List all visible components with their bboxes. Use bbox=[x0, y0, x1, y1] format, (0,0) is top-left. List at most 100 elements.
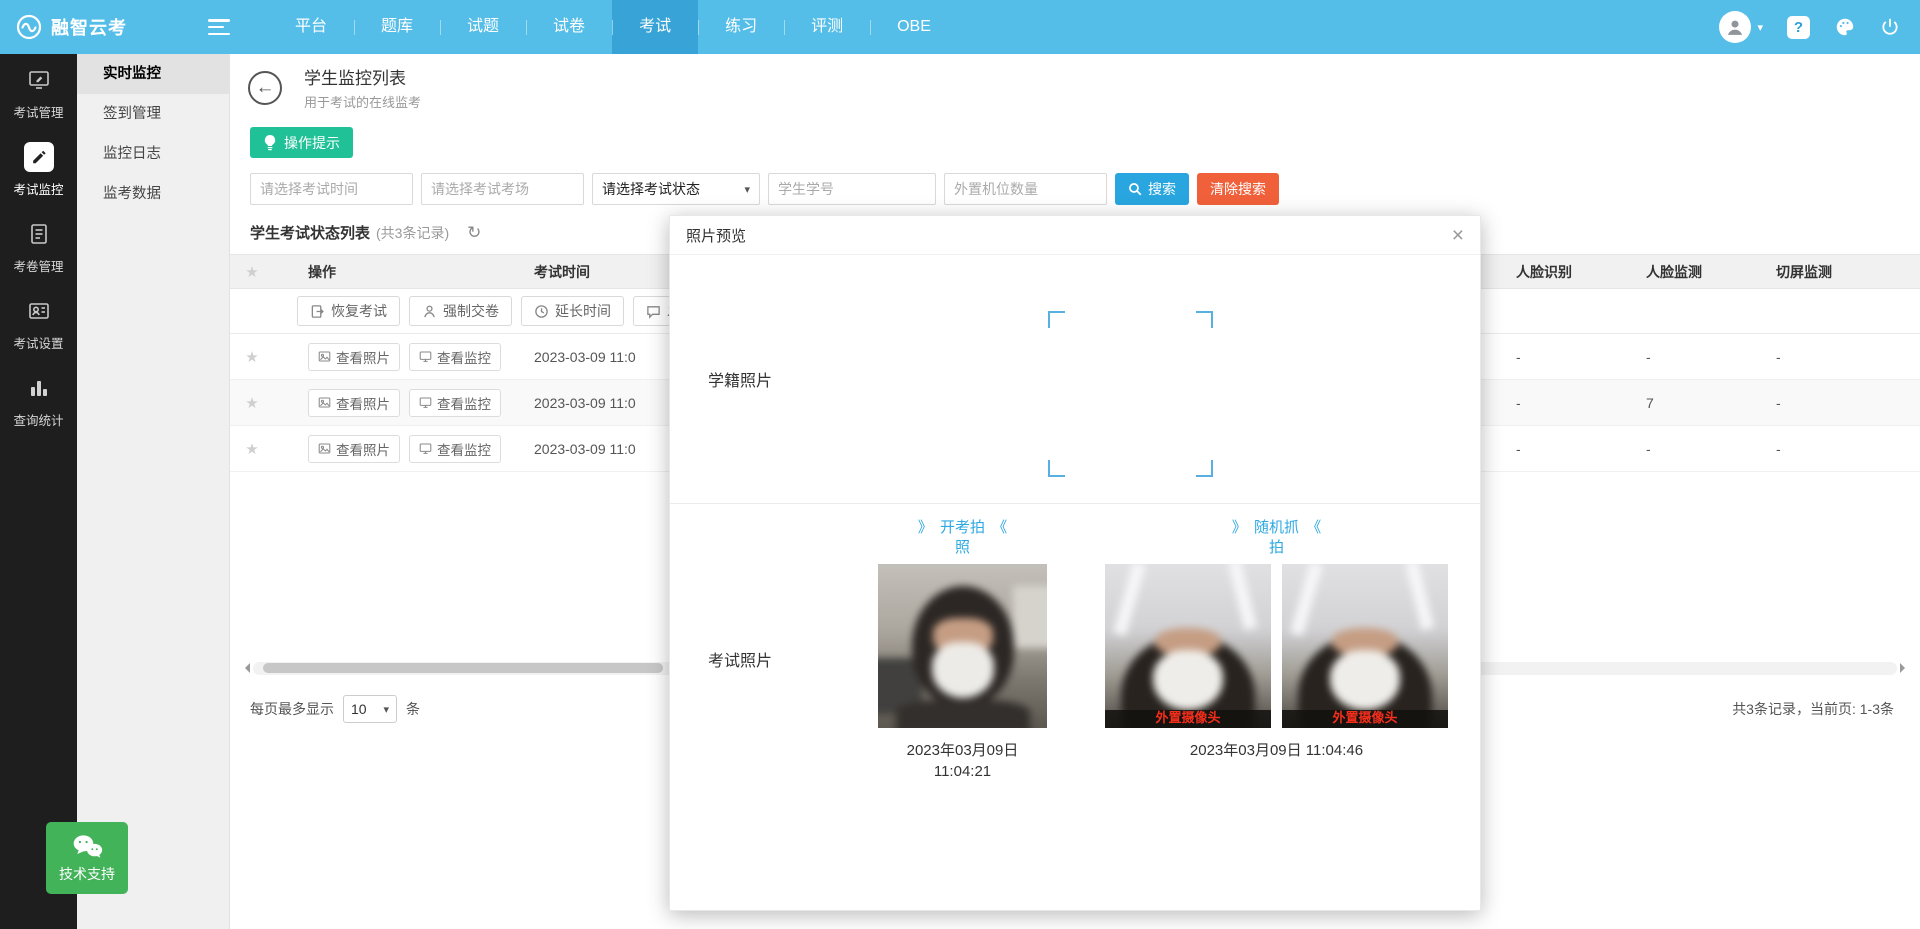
logout-power-icon[interactable] bbox=[1880, 17, 1900, 37]
viewfinder-corner bbox=[1048, 311, 1065, 328]
user-avatar[interactable] bbox=[1719, 11, 1751, 43]
exam-photos-label: 考试照片 bbox=[708, 647, 772, 671]
viewfinder-corner bbox=[1196, 460, 1213, 477]
exam-time-input[interactable] bbox=[250, 173, 413, 205]
table-title: 学生考试状态列表 bbox=[250, 222, 370, 243]
deco-left: 》 bbox=[918, 518, 933, 538]
back-arrow-icon: ← bbox=[256, 77, 275, 99]
view-monitor-button[interactable]: 查看监控 bbox=[409, 435, 501, 463]
view-photo-button[interactable]: 查看照片 bbox=[308, 435, 400, 463]
view-monitor-button[interactable]: 查看监控 bbox=[409, 343, 501, 371]
menu-item-papers[interactable]: 试卷 bbox=[526, 0, 612, 54]
column-header-face-recognition: 人脸识别 bbox=[1516, 262, 1646, 282]
search-button[interactable]: 搜索 bbox=[1115, 173, 1189, 205]
exam-management-icon bbox=[24, 65, 54, 95]
viewfinder-corner bbox=[1048, 460, 1065, 477]
submenu-item-realtime-monitor[interactable]: 实时监控 bbox=[77, 54, 229, 94]
menu-item-platform[interactable]: 平台 bbox=[268, 0, 354, 54]
chevron-down-icon: ▾ bbox=[744, 183, 750, 196]
photo-content bbox=[1282, 564, 1448, 728]
photo-icon bbox=[318, 350, 331, 363]
refresh-icon[interactable]: ↻ bbox=[467, 224, 481, 241]
resume-exam-button[interactable]: 恢复考试 bbox=[297, 296, 400, 326]
search-icon bbox=[1128, 182, 1142, 196]
lightbulb-icon bbox=[263, 135, 277, 151]
menu-item-exam[interactable]: 考试 bbox=[612, 0, 698, 54]
screen-monitoring-cell: - bbox=[1776, 395, 1920, 411]
paper-management-icon bbox=[24, 219, 54, 249]
user-menu[interactable]: ▾ bbox=[1719, 11, 1763, 43]
menu-item-practice[interactable]: 练习 bbox=[698, 0, 784, 54]
page-title: 学生监控列表 bbox=[304, 64, 421, 89]
star-icon[interactable]: ★ bbox=[245, 395, 258, 412]
exam-status-select[interactable]: 请选择考试状态 ▾ bbox=[592, 173, 760, 205]
registration-photo-label: 学籍照片 bbox=[708, 367, 772, 391]
tech-support-button[interactable]: 技术支持 bbox=[46, 822, 128, 894]
registration-photo-section: 学籍照片 bbox=[670, 255, 1480, 504]
exam-settings-icon bbox=[24, 296, 54, 326]
face-recognition-cell: - bbox=[1516, 349, 1646, 365]
submenu-item-monitor-log[interactable]: 监控日志 bbox=[77, 134, 229, 174]
sidebar-item-statistics[interactable]: 查询统计 bbox=[0, 362, 77, 439]
per-page-label: 每页最多显示 bbox=[250, 699, 334, 719]
face-monitoring-cell: - bbox=[1646, 349, 1776, 365]
photo-content bbox=[1105, 564, 1271, 728]
random-capture-photo-1[interactable]: 外置摄像头 bbox=[1105, 564, 1271, 728]
exam-start-photo-group-title[interactable]: 》 开考拍照 《 bbox=[878, 518, 1047, 559]
force-submit-button[interactable]: 强制交卷 bbox=[409, 296, 512, 326]
camera-warning-text: 外置摄像头 bbox=[1282, 707, 1448, 726]
chat-bubble-icon bbox=[646, 304, 661, 319]
student-id-input[interactable] bbox=[768, 173, 936, 205]
filter-bar: 请选择考试状态 ▾ 搜索 清除搜索 bbox=[250, 173, 1920, 205]
view-monitor-button[interactable]: 查看监控 bbox=[409, 389, 501, 417]
screen-monitoring-cell: - bbox=[1776, 349, 1920, 365]
face-recognition-cell: - bbox=[1516, 395, 1646, 411]
menu-item-evaluation[interactable]: 评测 bbox=[784, 0, 870, 54]
scroll-right-arrow[interactable] bbox=[1900, 663, 1910, 673]
back-button[interactable]: ← bbox=[248, 71, 282, 105]
sidebar-item-paper-management[interactable]: 考卷管理 bbox=[0, 208, 77, 285]
help-button[interactable]: ? bbox=[1787, 16, 1810, 39]
face-recognition-cell: - bbox=[1516, 441, 1646, 457]
star-icon[interactable]: ★ bbox=[245, 349, 258, 366]
submenu-item-checkin-management[interactable]: 签到管理 bbox=[77, 94, 229, 134]
view-photo-button[interactable]: 查看照片 bbox=[308, 389, 400, 417]
exam-room-input[interactable] bbox=[421, 173, 584, 205]
random-capture-group-title[interactable]: 》 随机抓拍 《 bbox=[1105, 518, 1448, 559]
scrollbar-thumb[interactable] bbox=[263, 663, 663, 673]
random-capture-photo-2[interactable]: 外置摄像头 bbox=[1282, 564, 1448, 728]
chevron-down-icon: ▾ bbox=[1757, 21, 1763, 34]
photo-content bbox=[878, 564, 1047, 728]
record-count: (共3条记录) bbox=[376, 223, 449, 243]
sidebar-item-exam-management[interactable]: 考试管理 bbox=[0, 54, 77, 131]
menu-item-obe[interactable]: OBE bbox=[870, 0, 958, 54]
registration-photo-placeholder bbox=[1048, 311, 1213, 477]
clear-search-button[interactable]: 清除搜索 bbox=[1197, 173, 1279, 205]
sidebar-item-exam-settings[interactable]: 考试设置 bbox=[0, 285, 77, 362]
photo-icon bbox=[318, 442, 331, 455]
exam-start-photo[interactable] bbox=[878, 564, 1047, 728]
column-header-face-monitoring: 人脸监测 bbox=[1646, 262, 1776, 282]
menu-item-question-bank[interactable]: 题库 bbox=[354, 0, 440, 54]
star-icon[interactable]: ★ bbox=[245, 264, 258, 281]
tips-button[interactable]: 操作提示 bbox=[250, 127, 353, 158]
modal-header: 照片预览 × bbox=[670, 216, 1480, 255]
submenu-item-proctor-data[interactable]: 监考数据 bbox=[77, 174, 229, 214]
menu-toggle-icon[interactable] bbox=[208, 19, 230, 35]
menu-item-questions[interactable]: 试题 bbox=[440, 0, 526, 54]
wechat-icon bbox=[71, 833, 103, 860]
extend-time-button[interactable]: 延长时间 bbox=[521, 296, 624, 326]
sidebar-item-exam-monitoring[interactable]: 考试监控 bbox=[0, 131, 77, 208]
palette-icon[interactable] bbox=[1834, 16, 1856, 38]
scroll-left-arrow[interactable] bbox=[240, 663, 250, 673]
external-camera-count-input[interactable] bbox=[944, 173, 1107, 205]
exam-start-photo-timestamp: 2023年03月09日 11:04:21 bbox=[878, 740, 1047, 782]
page-header: ← 学生监控列表 用于考试的在线监考 bbox=[230, 54, 1920, 111]
view-photo-button[interactable]: 查看照片 bbox=[308, 343, 400, 371]
star-icon[interactable]: ★ bbox=[245, 441, 258, 458]
close-icon[interactable]: × bbox=[1452, 225, 1464, 246]
column-header-screen-monitoring: 切屏监测 bbox=[1776, 262, 1920, 282]
app-logo[interactable]: 融智云考 bbox=[0, 14, 190, 40]
main-menu: 平台 题库 试题 试卷 考试 练习 评测 OBE bbox=[268, 0, 958, 54]
per-page-select[interactable]: 10 ▾ bbox=[343, 695, 397, 723]
